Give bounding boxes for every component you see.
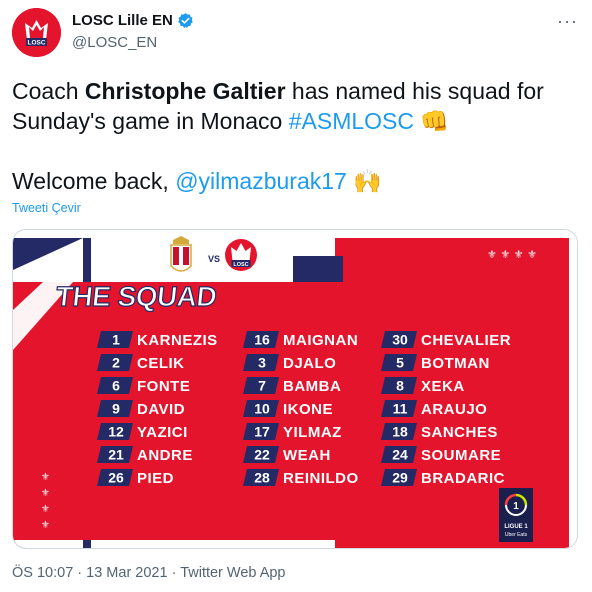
- fist-emoji-icon: 👊: [420, 108, 450, 134]
- svg-text:⚜: ⚜: [41, 488, 50, 499]
- tweet-media-image[interactable]: ⚜ ⚜ ⚜ ⚜ ⚜ ⚜ ⚜ ⚜ VS LOSC THE SQUAD 1 KARNE…: [12, 229, 578, 549]
- player-name: CELIK: [137, 355, 185, 372]
- svg-text:⚜: ⚜: [41, 504, 50, 515]
- player-name: XEKA: [421, 378, 465, 395]
- handle[interactable]: @LOSC_EN: [72, 34, 157, 51]
- player-name: BRADARIC: [421, 470, 505, 487]
- ligue1-label: LIGUE 1: [504, 524, 528, 530]
- player-number: 22: [254, 447, 270, 463]
- player-name: SOUMARE: [421, 447, 501, 464]
- losc-logo-icon: LOSC: [12, 8, 61, 57]
- player-number: 11: [393, 401, 408, 417]
- player-name: YILMAZ: [283, 424, 342, 441]
- player-name: KARNEZIS: [137, 332, 218, 349]
- player-number: 8: [396, 378, 404, 394]
- player-number: 26: [108, 470, 124, 486]
- player-name: DAVID: [137, 401, 185, 418]
- tweet-line3-pre: Welcome back,: [12, 168, 176, 194]
- player-number: 12: [108, 424, 124, 440]
- players-list: 1 KARNEZIS 2 CELIK 6 FONTE 9 DAVID 12 YAZICI 21 AND…: [97, 331, 511, 487]
- player-name: SANCHES: [421, 424, 498, 441]
- player-name: DJALO: [283, 355, 336, 372]
- avatar[interactable]: LOSC: [12, 8, 61, 57]
- player-number: 9: [112, 401, 120, 417]
- svg-text:⚜: ⚜: [41, 472, 50, 483]
- player-number: 6: [112, 378, 120, 394]
- raised-hands-emoji-icon: 🙌: [353, 168, 382, 194]
- timestamp-text[interactable]: ÖS 10:07 · 13 Mar 2021 ·: [12, 565, 180, 581]
- svg-text:⚜ ⚜ ⚜ ⚜: ⚜ ⚜ ⚜ ⚜: [487, 248, 537, 261]
- player-name: WEAH: [283, 447, 331, 464]
- player-number: 30: [392, 332, 408, 348]
- source-app[interactable]: Twitter Web App: [180, 565, 285, 581]
- player-number: 17: [254, 424, 270, 440]
- player-number: 21: [108, 447, 124, 463]
- player-number: 5: [396, 355, 404, 371]
- ligue1-mark: 1: [513, 501, 519, 512]
- squad-graphic: ⚜ ⚜ ⚜ ⚜ ⚜ ⚜ ⚜ ⚜ VS LOSC THE SQUAD 1 KARNE…: [13, 230, 577, 548]
- player-name: IKONE: [283, 401, 333, 418]
- losc-badge-text: LOSC: [233, 262, 248, 268]
- player-number: 29: [392, 470, 408, 486]
- ligue1-logo-icon: 1 LIGUE 1 Uber Eats: [499, 488, 533, 542]
- display-name[interactable]: LOSC Lille EN: [72, 12, 173, 29]
- tweet-line1-post: has named his squad for: [285, 78, 544, 104]
- player-name: REINILDO: [283, 470, 359, 487]
- avatar-text: LOSC: [27, 40, 45, 47]
- coach-name: Christophe Galtier: [84, 78, 286, 104]
- player-name: BAMBA: [283, 378, 341, 395]
- monaco-crest-icon: [170, 236, 192, 272]
- tweet-timestamp: ÖS 10:07 · 13 Mar 2021 · Twitter Web App: [12, 565, 286, 581]
- mention-link[interactable]: @yilmazburak17: [175, 168, 347, 194]
- player-name: MAIGNAN: [283, 332, 358, 349]
- squad-title: THE SQUAD: [54, 281, 218, 312]
- player-name: CHEVALIER: [421, 332, 511, 349]
- vs-label: VS: [208, 254, 220, 264]
- more-options-icon[interactable]: ···: [557, 12, 578, 30]
- ligue1-sponsor: Uber Eats: [505, 532, 528, 538]
- player-name: ANDRE: [137, 447, 193, 464]
- player-number: 7: [258, 378, 266, 394]
- player-number: 2: [112, 355, 120, 371]
- player-name: YAZICI: [137, 424, 188, 441]
- player-number: 1: [112, 332, 120, 348]
- player-name: ARAUJO: [421, 401, 487, 418]
- svg-text:⚜: ⚜: [41, 520, 50, 531]
- translate-tweet-link[interactable]: Tweeti Çevir: [12, 201, 81, 215]
- verified-badge-icon: [178, 13, 193, 28]
- player-name: PIED: [137, 470, 174, 487]
- player-number: 10: [254, 401, 270, 417]
- tweet-line1-pre: Coach: [12, 78, 85, 104]
- player-name: BOTMAN: [421, 355, 490, 372]
- losc-crest-icon: LOSC: [222, 236, 260, 274]
- player-number: 16: [254, 332, 270, 348]
- player-number: 28: [254, 470, 270, 486]
- player-number: 24: [392, 447, 408, 463]
- player-name: FONTE: [137, 378, 190, 395]
- player-number: 3: [258, 355, 266, 371]
- tweet-text: Coach Christophe Galtier has named his s…: [12, 76, 582, 196]
- player-number: 18: [392, 424, 408, 440]
- fleur-pattern-top-right: ⚜ ⚜ ⚜ ⚜: [487, 248, 537, 261]
- hashtag-link[interactable]: #ASMLOSC: [289, 108, 414, 134]
- tweet-line2-pre: Sunday's game in Monaco: [12, 108, 289, 134]
